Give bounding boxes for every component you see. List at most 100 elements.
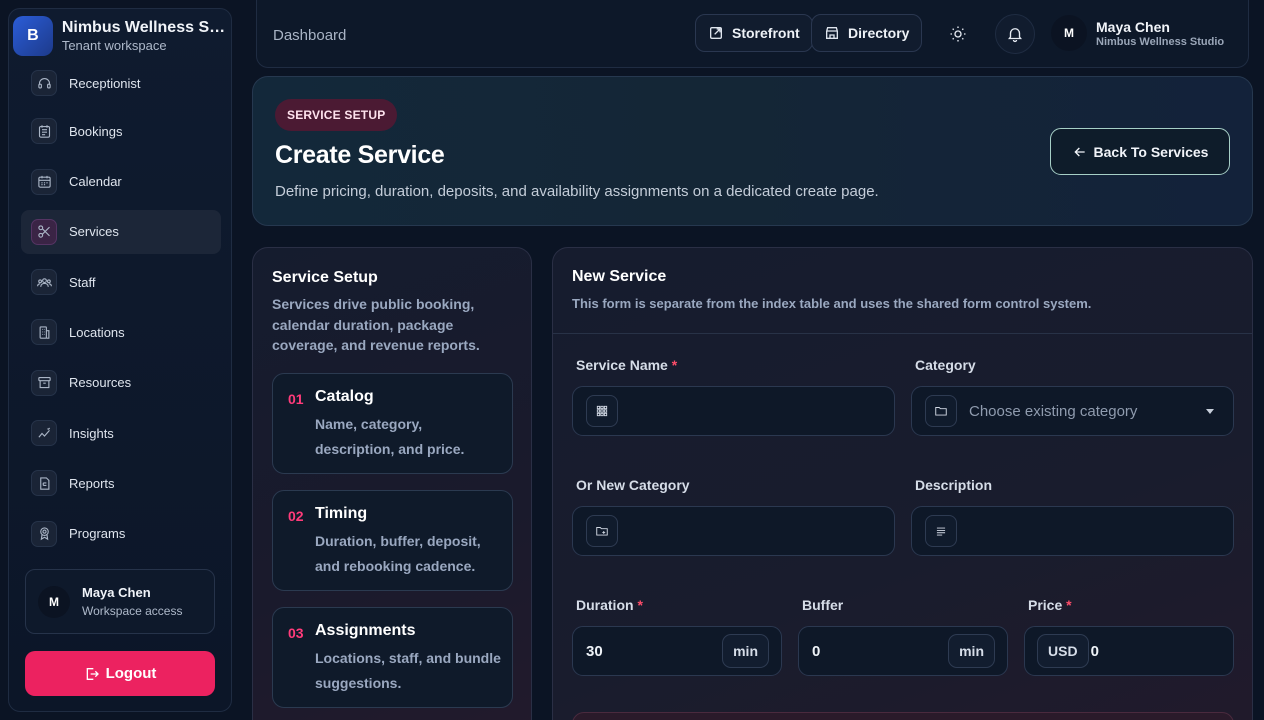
price-currency: USD (1037, 634, 1089, 668)
brand[interactable]: B Nimbus Wellness Studio Tenant workspac… (13, 13, 229, 59)
price-field[interactable]: USD 0 (1024, 626, 1234, 676)
step-title: Catalog (315, 388, 374, 405)
sidebar-item-staff[interactable]: Staff (21, 260, 221, 304)
category-label: Category (915, 357, 976, 373)
step-description: Name, category, description, and price. (315, 416, 465, 457)
form-next-section (572, 712, 1234, 720)
sidebar-item-label: Programs (69, 526, 126, 542)
notifications-button[interactable] (995, 14, 1035, 54)
step-description: Duration, buffer, deposit, and rebooking… (315, 533, 481, 574)
sidebar-item-reports[interactable]: Reports (21, 461, 221, 505)
sidebar-item-calendar[interactable]: Calendar (21, 160, 221, 204)
bell-icon (1008, 28, 1022, 43)
setup-step-timing[interactable]: 02 Timing Duration, buffer, deposit, and… (272, 490, 513, 591)
folder-plus-icon (586, 515, 618, 547)
step-title: Assignments (315, 622, 416, 639)
sidebar-user-card[interactable]: M Maya Chen Workspace access (25, 569, 215, 634)
sidebar-item-label: Receptionist (69, 75, 141, 91)
brand-subtitle: Tenant workspace (61, 38, 167, 53)
sidebar: B Nimbus Wellness Studio Tenant workspac… (8, 8, 232, 712)
brand-logo: B (13, 16, 53, 56)
folder-icon (925, 395, 957, 427)
external-link-icon (710, 27, 722, 39)
description-label: Description (915, 477, 993, 493)
category-placeholder: Choose existing category (969, 402, 1138, 420)
label-text: Price (1028, 597, 1063, 613)
chevron-down-icon (1206, 408, 1214, 414)
sidebar-item-label: Locations (69, 324, 125, 340)
setup-step-catalog[interactable]: 01 Catalog Name, category, description, … (272, 373, 513, 474)
back-label: Back To Services (1093, 143, 1209, 160)
staff-icon (31, 269, 57, 296)
required-mark: * (1066, 597, 1072, 613)
sidebar-item-label: Staff (69, 274, 96, 290)
description-field[interactable] (911, 506, 1234, 556)
award-icon (31, 520, 57, 547)
user-role: Workspace access (82, 604, 183, 618)
new-category-label: Or New Category (576, 477, 690, 493)
duration-label: Duration * (576, 597, 643, 613)
bookings-icon (31, 118, 57, 145)
building-icon (31, 319, 57, 346)
storefront-button[interactable]: Storefront (695, 14, 813, 52)
logout-button[interactable]: Logout (25, 651, 215, 696)
brand-name: Nimbus Wellness Studio (61, 19, 229, 36)
service-name-field[interactable] (572, 386, 895, 436)
brand-text: Nimbus Wellness Studio Tenant workspace (62, 19, 229, 53)
avatar[interactable]: M (1051, 15, 1087, 51)
form-subtitle: This form is separate from the index tab… (572, 296, 1092, 311)
sidebar-item-label: Resources (69, 375, 132, 391)
workspace-name: Nimbus Wellness Studio (1096, 36, 1225, 48)
setup-title: Service Setup (272, 269, 378, 286)
buffer-value: 0 (812, 642, 821, 660)
avatar: M (38, 585, 70, 618)
sidebar-item-receptionist[interactable]: Receptionist (21, 63, 221, 103)
sidebar-item-programs[interactable]: Programs (21, 512, 221, 556)
breadcrumb[interactable]: Dashboard (273, 27, 346, 44)
setup-panel: Service Setup Services drive public book… (252, 247, 532, 720)
sidebar-nav: Receptionist Bookings Calendar Services … (21, 65, 221, 562)
required-mark: * (671, 357, 678, 373)
buffer-field[interactable]: 0 min (798, 626, 1008, 676)
step-number: 02 (288, 508, 304, 524)
sidebar-item-label: Services (69, 224, 119, 240)
buffer-unit: min (948, 634, 995, 668)
duration-field[interactable]: 30 min (572, 626, 782, 676)
arrow-left-icon (1073, 147, 1085, 156)
duration-unit: min (722, 634, 769, 668)
setup-step-assignments[interactable]: 03 Assignments Locations, staff, and bun… (272, 607, 513, 708)
headset-icon (31, 70, 57, 96)
page-title: Create Service (275, 141, 445, 169)
sidebar-item-bookings[interactable]: Bookings (21, 109, 221, 153)
user-name: Maya Chen (82, 585, 151, 600)
insights-icon (31, 420, 57, 447)
calendar-icon (31, 168, 57, 195)
category-select[interactable]: Choose existing category (911, 386, 1234, 436)
page-description: Define pricing, duration, deposits, and … (275, 183, 879, 200)
user-card-text: Maya Chen Workspace access (82, 585, 182, 618)
section-badge: SERVICE SETUP (275, 99, 398, 131)
label-text: Duration (576, 597, 634, 613)
step-number: 01 (288, 391, 304, 407)
sun-icon (950, 26, 966, 42)
sidebar-item-label: Bookings (69, 123, 123, 139)
back-to-services-button[interactable]: Back To Services (1050, 128, 1230, 175)
archive-icon (31, 369, 57, 396)
label-text: Service Name (576, 357, 668, 373)
logout-label: Logout (105, 665, 157, 682)
service-name-label: Service Name * (576, 357, 677, 373)
required-mark: * (637, 597, 643, 613)
topbar-user[interactable]: Maya Chen Nimbus Wellness Studio (1096, 19, 1224, 48)
step-description: Locations, staff, and bundle suggestions… (315, 650, 501, 691)
sidebar-item-services[interactable]: Services (21, 209, 221, 254)
storefront-label: Storefront (732, 25, 800, 41)
sidebar-item-locations[interactable]: Locations (21, 310, 221, 354)
new-category-field[interactable] (572, 506, 895, 556)
sidebar-item-resources[interactable]: Resources (21, 361, 221, 405)
page-hero: SERVICE SETUP Create Service Define pric… (252, 76, 1253, 226)
theme-toggle-button[interactable] (938, 14, 978, 54)
directory-button[interactable]: Directory (811, 14, 923, 52)
sidebar-item-insights[interactable]: Insights (21, 411, 221, 455)
scissors-icon (31, 218, 57, 245)
new-service-form: New Service This form is separate from t… (552, 247, 1253, 720)
